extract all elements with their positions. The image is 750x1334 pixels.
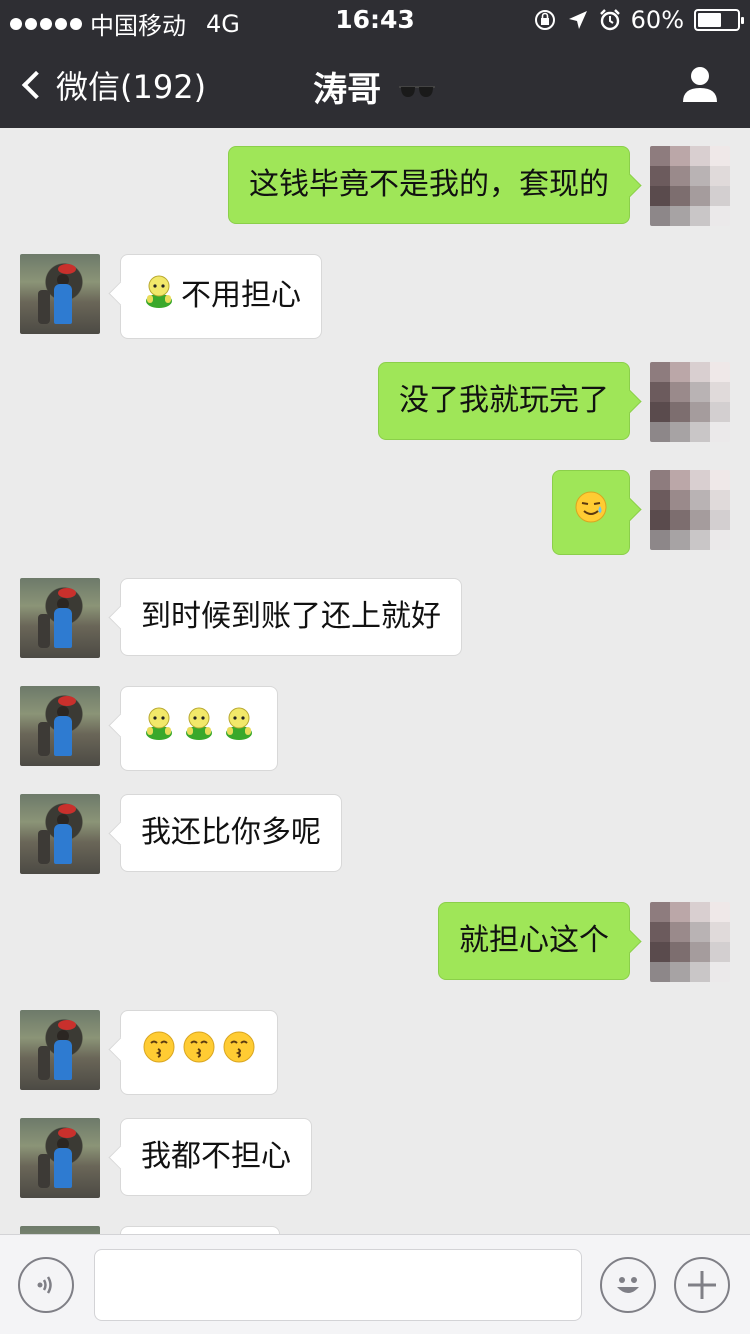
message-text: 就担心这个 <box>459 923 609 958</box>
my-avatar[interactable] <box>650 902 730 982</box>
contact-avatar[interactable] <box>20 1226 100 1234</box>
message-row: 这钱毕竟不是我的，套现的 <box>0 146 750 228</box>
sweat-smile-icon <box>573 489 609 536</box>
outgoing-message-bubble[interactable] <box>552 470 630 555</box>
incoming-message-bubble[interactable] <box>120 1226 280 1234</box>
message-text: 不用担心 <box>181 278 301 313</box>
contact-avatar[interactable] <box>20 254 100 334</box>
profile-icon <box>683 67 717 102</box>
message-row <box>0 1010 750 1095</box>
emoji-button[interactable] <box>600 1257 656 1313</box>
battery-icon <box>694 9 744 31</box>
contact-name: 涛哥 <box>313 70 382 110</box>
message-text: 到时候到账了还上就好 <box>141 599 441 634</box>
message-text: 我都不担心 <box>141 1139 291 1174</box>
voice-button[interactable] <box>18 1257 74 1313</box>
green-bear-icon <box>221 705 257 752</box>
my-avatar[interactable] <box>650 362 730 442</box>
green-bear-icon <box>141 273 177 320</box>
chat-messages[interactable]: 这钱毕竟不是我的，套现的不用担心没了我就玩完了到时候到账了还上就好 我还比你多呢就… <box>0 128 750 1234</box>
sunglasses-icon <box>398 85 435 97</box>
incoming-message-bubble[interactable]: 我还比你多呢 <box>120 794 342 872</box>
message-text: 没了我就玩完了 <box>399 383 609 418</box>
status-bar: 中国移动 4G 16:43 60% <box>0 0 750 40</box>
message-row: 我还比你多呢 <box>0 794 750 876</box>
incoming-message-bubble[interactable] <box>120 1010 278 1095</box>
green-bear-icon <box>181 705 217 752</box>
contact-avatar[interactable] <box>20 686 100 766</box>
chat-title: 涛哥 <box>0 62 750 111</box>
alarm-icon <box>599 9 620 31</box>
my-avatar[interactable] <box>650 146 730 226</box>
message-row <box>0 470 750 555</box>
input-bar <box>0 1234 750 1334</box>
incoming-message-bubble[interactable]: 我都不担心 <box>120 1118 312 1196</box>
kiss-icon <box>181 1029 217 1076</box>
outgoing-message-bubble[interactable]: 没了我就玩完了 <box>378 362 630 440</box>
incoming-message-bubble[interactable]: 到时候到账了还上就好 <box>120 578 462 656</box>
more-button[interactable] <box>674 1257 730 1313</box>
battery-fill <box>698 13 721 27</box>
message-row: 就担心这个 <box>0 902 750 984</box>
outgoing-message-bubble[interactable]: 就担心这个 <box>438 902 630 980</box>
incoming-message-bubble[interactable] <box>120 686 278 771</box>
location-arrow-icon <box>568 11 587 29</box>
contact-avatar[interactable] <box>20 794 100 874</box>
profile-button[interactable] <box>680 64 720 104</box>
status-right: 60% <box>533 6 744 34</box>
green-bear-icon <box>141 705 177 752</box>
rotation-lock-icon <box>534 10 555 30</box>
kiss-icon <box>141 1029 177 1076</box>
message-row-partial <box>0 1226 750 1234</box>
emoji-smile-icon <box>617 1277 639 1293</box>
voice-icon <box>37 1276 52 1294</box>
message-input[interactable] <box>94 1249 582 1321</box>
outgoing-message-bubble[interactable]: 这钱毕竟不是我的，套现的 <box>228 146 630 224</box>
contact-avatar[interactable] <box>20 578 100 658</box>
contact-avatar[interactable] <box>20 1010 100 1090</box>
message-row: 不用担心 <box>0 254 750 339</box>
battery-percent: 60% <box>630 6 684 34</box>
plus-icon <box>688 1271 716 1299</box>
my-avatar[interactable] <box>650 470 730 550</box>
message-text: 我还比你多呢 <box>141 815 321 850</box>
message-row: 没了我就玩完了 <box>0 362 750 444</box>
contact-avatar[interactable] <box>20 1118 100 1198</box>
message-row <box>0 686 750 771</box>
kiss-icon <box>221 1029 257 1076</box>
message-row: 到时候到账了还上就好 <box>0 578 750 660</box>
incoming-message-bubble[interactable]: 不用担心 <box>120 254 322 339</box>
message-row: 我都不担心 <box>0 1118 750 1200</box>
message-text: 这钱毕竟不是我的，套现的 <box>249 167 609 202</box>
nav-bar: 微信(192) 涛哥 <box>0 40 750 128</box>
